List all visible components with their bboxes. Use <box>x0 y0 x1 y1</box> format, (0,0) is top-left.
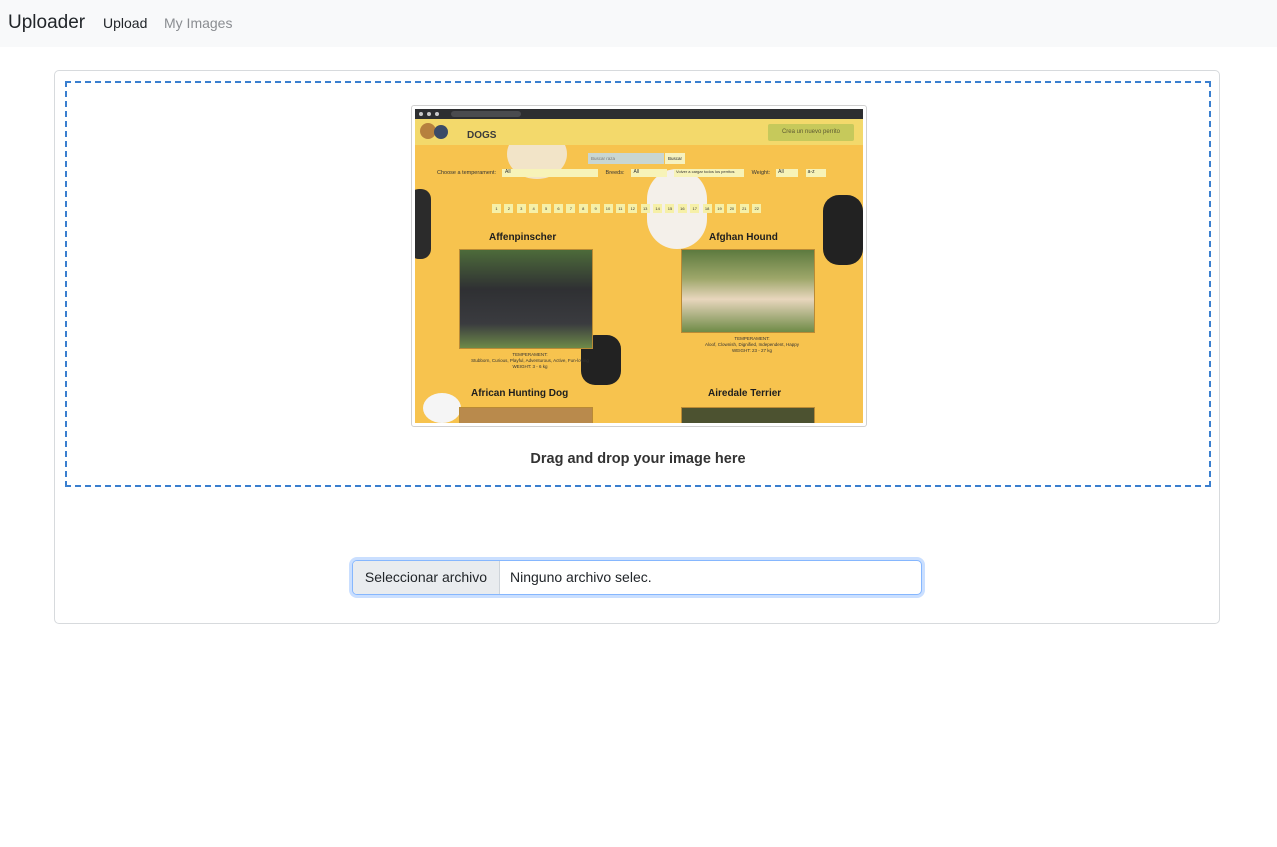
browser-toolbar <box>415 109 863 119</box>
page-button: 17 <box>690 204 700 213</box>
reload-button: Volver a cargar todos los perritos <box>674 169 745 177</box>
page-button: 3 <box>516 204 526 213</box>
drop-zone[interactable]: DOGS Crea un nuevo perrito Buscar raza B… <box>65 81 1211 487</box>
weight-text: WEIGHT: 23 - 27 kg <box>731 348 772 353</box>
decor-shape <box>415 189 431 259</box>
choose-file-button[interactable]: Seleccionar archivo <box>353 561 500 594</box>
dog-photo <box>681 249 815 333</box>
sort-select: a-z <box>805 169 826 177</box>
page-button: 10 <box>603 204 613 213</box>
brand-link[interactable]: Uploader <box>8 12 85 34</box>
file-status-text: Ninguno archivo selec. <box>510 569 652 585</box>
page-button: 2 <box>504 204 514 213</box>
page-button: 20 <box>727 204 737 213</box>
image-preview: DOGS Crea un nuevo perrito Buscar raza B… <box>411 105 867 427</box>
temperament-label: Choose a temperament: <box>437 170 497 177</box>
decor-shape <box>823 195 863 265</box>
search-button: Buscar <box>665 153 685 164</box>
search-input: Buscar raza <box>588 153 664 164</box>
breeds-select: All <box>630 169 667 177</box>
page-button: 21 <box>739 204 749 213</box>
dog-caption: TEMPERAMENT: Stubborn, Curious, Playful,… <box>445 352 615 370</box>
page-button: 5 <box>541 204 551 213</box>
page-button: 12 <box>628 204 638 213</box>
page-button: 18 <box>702 204 712 213</box>
page-button: 22 <box>752 204 762 213</box>
page-button: 4 <box>529 204 539 213</box>
dog-photo <box>459 407 593 423</box>
nav-link-upload[interactable]: Upload <box>103 15 147 31</box>
create-dog-button: Crea un nuevo perrito <box>768 124 854 141</box>
file-input[interactable]: Seleccionar archivo Ninguno archivo sele… <box>352 560 922 595</box>
nav-link-my-images[interactable]: My Images <box>164 15 232 31</box>
decor-shape <box>423 393 461 423</box>
breeds-label: Breeds: <box>605 170 625 177</box>
page-button: 13 <box>640 204 650 213</box>
drop-instructions: Drag and drop your image here <box>530 451 746 467</box>
site-title: DOGS <box>467 130 497 141</box>
page-button: 9 <box>591 204 601 213</box>
preview-screenshot: DOGS Crea un nuevo perrito Buscar raza B… <box>415 109 863 423</box>
page-button: 7 <box>566 204 576 213</box>
page-button: 14 <box>653 204 663 213</box>
breed-title: Affenpinscher <box>489 232 557 243</box>
breed-title: Afghan Hound <box>709 232 778 243</box>
upload-card: DOGS Crea un nuevo perrito Buscar raza B… <box>54 70 1220 624</box>
page-button: 1 <box>492 204 501 213</box>
dog-photo <box>681 407 815 423</box>
weight-label: Weight: <box>751 170 771 177</box>
breed-title: African Hunting Dog <box>471 388 569 399</box>
navbar: Uploader Upload My Images <box>0 0 1277 47</box>
page-button: 11 <box>615 204 625 213</box>
page-button: 16 <box>677 204 687 213</box>
pagination: 1 2 3 4 5 6 7 8 9 10 11 12 13 14 15 16 17 18 19 20 21 22 <box>492 197 765 215</box>
page-button: 15 <box>665 204 675 213</box>
breed-title: Airedale Terrier <box>708 388 782 399</box>
dog-caption: TEMPERAMENT: Aloof, Clownish, Dignified,… <box>677 336 827 354</box>
page-button: 8 <box>578 204 588 213</box>
dog-photo <box>459 249 593 349</box>
page-button: 6 <box>553 204 563 213</box>
weight-text: WEIGHT: 3 - 6 kg <box>512 364 548 369</box>
dog-logo-icon <box>434 125 448 139</box>
temperament-select: All <box>502 169 599 177</box>
filter-bar: Choose a temperament: All Breeds: All Volv… <box>437 169 832 177</box>
weight-select: All <box>776 169 799 177</box>
page-button: 19 <box>715 204 725 213</box>
